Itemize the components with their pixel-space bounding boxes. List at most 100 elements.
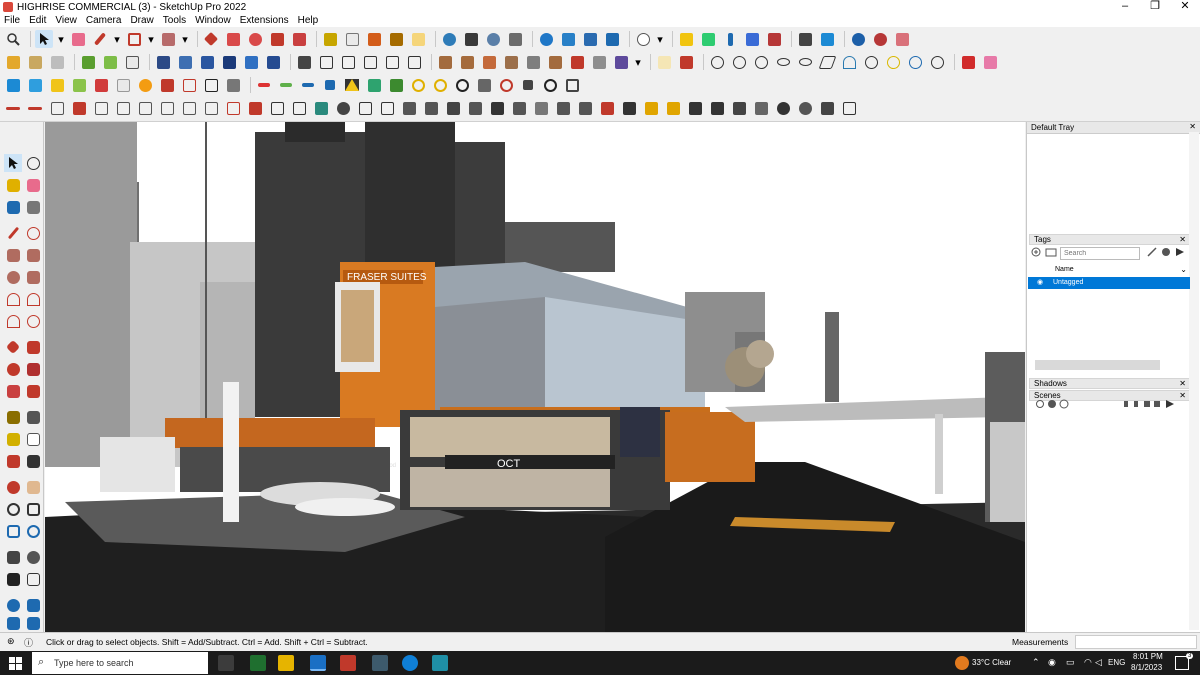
camera-icon[interactable]: ◉ [1048, 657, 1056, 668]
push-pull-icon[interactable] [224, 30, 242, 48]
extensions-icon[interactable] [24, 596, 42, 614]
grid-red-icon[interactable] [180, 76, 198, 94]
path-red-icon[interactable] [959, 53, 977, 71]
zoom-extents-icon[interactable] [4, 30, 22, 48]
shadows-close-icon[interactable]: ✕ [1179, 379, 1186, 388]
make-component-icon[interactable] [677, 30, 695, 48]
louver-icon[interactable] [422, 99, 440, 117]
top-view-icon[interactable] [317, 53, 335, 71]
extension-manager-icon[interactable] [603, 30, 621, 48]
plugin-icon[interactable] [893, 30, 911, 48]
pie-icon[interactable] [24, 312, 42, 330]
pencil-icon[interactable] [91, 30, 109, 48]
knife-icon[interactable] [677, 53, 695, 71]
chamfer-icon[interactable] [202, 99, 220, 117]
shadows-panel-header[interactable]: Shadows ✕ [1029, 378, 1190, 389]
arc-shape-icon[interactable] [840, 53, 858, 71]
autocad-icon[interactable] [340, 655, 356, 671]
cone-icon[interactable] [365, 76, 383, 94]
extrude-5-icon[interactable] [92, 76, 110, 94]
round-corner-icon[interactable] [502, 53, 520, 71]
gear-yellow-icon[interactable] [431, 76, 449, 94]
menu-window[interactable]: Window [195, 15, 231, 26]
warehouse-icon[interactable] [4, 596, 22, 614]
rebar-icon[interactable] [752, 99, 770, 117]
soften-edges-icon[interactable] [796, 30, 814, 48]
curviloft-icon[interactable] [480, 53, 498, 71]
menu-extensions[interactable]: Extensions [240, 15, 289, 26]
zoom-window-icon[interactable] [24, 500, 42, 518]
network-icon[interactable]: ▭ [1066, 657, 1075, 668]
maximize-button[interactable]: ❐ [1140, 0, 1170, 14]
look-around-icon[interactable] [24, 548, 42, 566]
divide-red-icon[interactable] [246, 99, 264, 117]
gear-black-icon[interactable] [453, 76, 471, 94]
front-view-icon[interactable] [339, 53, 357, 71]
axes-icon[interactable] [365, 30, 383, 48]
tag-dropper-icon[interactable] [1147, 247, 1159, 258]
material-icon[interactable] [699, 30, 717, 48]
ring-2-icon[interactable] [730, 53, 748, 71]
scale-icon[interactable] [4, 382, 22, 400]
redo-icon[interactable] [871, 30, 889, 48]
tray-close-icon[interactable]: ✕ [1189, 122, 1196, 131]
account-icon[interactable] [634, 30, 652, 48]
dimension-icon[interactable] [24, 408, 42, 426]
previous-view-icon[interactable] [24, 522, 42, 540]
hatch-icon[interactable] [224, 76, 242, 94]
dots-icon[interactable] [519, 76, 537, 94]
freehand-icon[interactable] [24, 224, 42, 242]
iso-view-icon[interactable] [295, 53, 313, 71]
loop-yellow-icon[interactable] [409, 76, 427, 94]
ring-3-icon[interactable] [752, 53, 770, 71]
stairs-icon[interactable] [400, 99, 418, 117]
grid-black-icon[interactable] [202, 76, 220, 94]
three-point-arc-icon[interactable] [4, 312, 22, 330]
shaded-icon[interactable] [220, 53, 238, 71]
pattern-icon[interactable] [290, 99, 308, 117]
fillet-red-icon[interactable] [70, 99, 88, 117]
extrude-1-icon[interactable] [4, 76, 22, 94]
minimize-button[interactable]: – [1110, 0, 1140, 14]
stamp-icon[interactable] [101, 53, 119, 71]
ellipse-icon[interactable] [774, 53, 792, 71]
orbit-icon[interactable] [4, 478, 22, 496]
ring-1-icon[interactable] [708, 53, 726, 71]
extension-warehouse-icon[interactable] [559, 30, 577, 48]
xray-icon[interactable] [818, 30, 836, 48]
two-point-arc-icon[interactable] [24, 290, 42, 308]
fredo-dropdown-icon[interactable]: ▾ [634, 53, 642, 71]
surface-icon[interactable] [312, 99, 330, 117]
protractor-icon[interactable] [4, 430, 22, 448]
move-icon[interactable] [4, 338, 22, 356]
arc-red-icon[interactable] [497, 76, 515, 94]
zoom-icon[interactable] [4, 500, 22, 518]
tags-column-name[interactable]: Name [1055, 266, 1074, 273]
line-dropdown-icon[interactable]: ▾ [113, 30, 121, 48]
remove-scene-icon[interactable] [1059, 399, 1071, 410]
tray-chevron-icon[interactable]: ⌃ [1032, 657, 1040, 668]
weather-icon[interactable] [955, 656, 969, 670]
section-plane-icon[interactable] [721, 30, 739, 48]
bend-red-icon[interactable] [224, 99, 242, 117]
drape-icon[interactable] [123, 53, 141, 71]
section-plane-icon[interactable] [24, 570, 42, 588]
menu-edit[interactable]: Edit [29, 15, 46, 26]
shell-icon[interactable] [378, 99, 396, 117]
menu-view[interactable]: View [55, 15, 77, 26]
tag-row-untagged[interactable]: ◉ Untagged [1028, 277, 1190, 289]
menu-tools[interactable]: Tools [163, 15, 186, 26]
rotate-icon[interactable] [246, 30, 264, 48]
cross-icon[interactable] [321, 76, 339, 94]
tag-tool-icon[interactable] [24, 198, 42, 216]
plus-red-icon[interactable] [255, 76, 273, 94]
curve-red-icon[interactable] [541, 76, 559, 94]
terrain-icon[interactable] [488, 99, 506, 117]
tape-measure-icon[interactable] [321, 30, 339, 48]
plus-blue-icon[interactable] [299, 76, 317, 94]
ball-icon[interactable] [774, 99, 792, 117]
frame-icon[interactable] [532, 99, 550, 117]
undo-icon[interactable] [849, 30, 867, 48]
visibility-eye-icon[interactable]: ◉ [1037, 277, 1043, 289]
textured-icon[interactable] [242, 53, 260, 71]
